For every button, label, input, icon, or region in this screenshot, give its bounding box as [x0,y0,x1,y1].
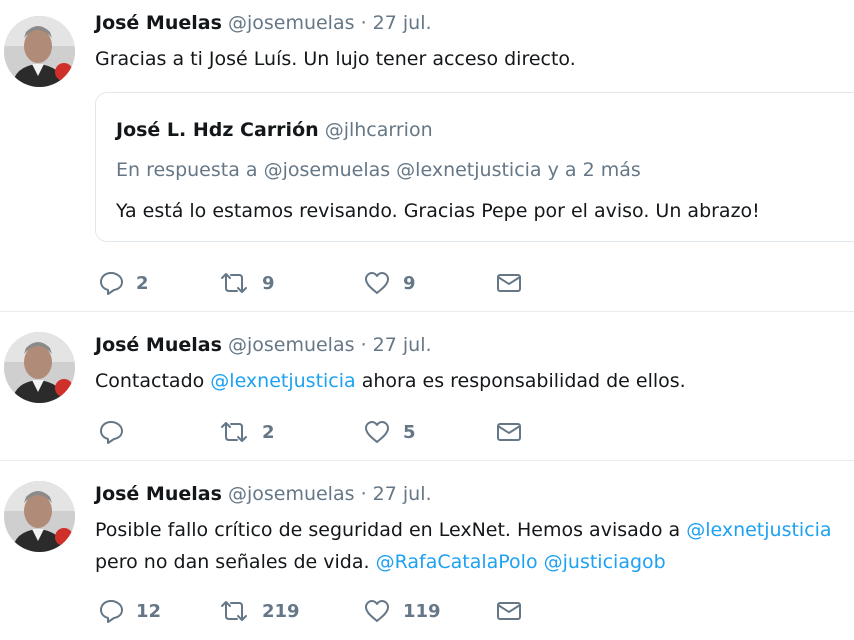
like-count: 5 [403,421,416,443]
tweet-date[interactable]: 27 jul. [373,483,432,505]
tweet-date[interactable]: 27 jul. [373,12,432,34]
text-segment: pero no dan señales de vida. [95,551,370,573]
separator: · [360,12,367,34]
tweet-actions: 2 9 9 [98,268,538,298]
reply-targets: @josemuelas @lexnetjusticia [263,159,542,181]
avatar[interactable] [4,332,75,403]
reply-suffix: y a 2 más [547,159,641,181]
tweet-header: José Muelas @josemuelas · 27 jul. [95,334,432,356]
mention-link[interactable]: @RafaCatalaPolo [376,551,538,573]
mention-link[interactable]: @lexnetjusticia [686,519,831,541]
author-handle[interactable]: @josemuelas [228,334,355,356]
reply-icon [98,419,124,445]
like-count: 9 [403,272,416,294]
tweet[interactable]: José Muelas @josemuelas · 27 jul. Contac… [0,312,854,461]
envelope-icon [496,421,522,443]
reply-icon [98,598,124,624]
tweet-header: José Muelas @josemuelas · 27 jul. [95,12,432,34]
text-line: Posible fallo crítico de seguridad en Le… [95,514,832,546]
reply-button[interactable] [98,417,136,447]
reply-count: 12 [136,600,162,622]
avatar[interactable] [4,16,75,87]
author-name[interactable]: José Muelas [95,483,222,505]
retweet-count: 9 [262,272,275,294]
like-button[interactable]: 9 [363,268,416,298]
separator: · [360,483,367,505]
reply-button[interactable]: 2 [98,268,149,298]
direct-message-button[interactable] [496,268,522,298]
reply-icon [98,270,124,296]
tweet-date[interactable]: 27 jul. [373,334,432,356]
tweet-text: Posible fallo crítico de seguridad en Le… [95,514,832,578]
quoted-tweet-text: Ya está lo estamos revisando. Gracias Pe… [116,200,760,222]
retweet-count: 2 [262,421,275,443]
heart-icon [363,419,391,445]
quoted-author-name: José L. Hdz Carrión [116,119,319,141]
retweet-count: 219 [262,600,300,622]
retweet-icon [218,598,250,624]
avatar[interactable] [4,481,75,552]
envelope-icon [496,272,522,294]
direct-message-button[interactable] [496,596,522,626]
retweet-button[interactable]: 2 [218,417,275,447]
retweet-button[interactable]: 9 [218,268,275,298]
text-line: pero no dan señales de vida. @RafaCatala… [95,546,832,578]
author-name[interactable]: José Muelas [95,12,222,34]
retweet-icon [218,419,250,445]
like-button[interactable]: 119 [363,596,441,626]
author-handle[interactable]: @josemuelas [228,12,355,34]
tweet-text: Gracias a ti José Luís. Un lujo tener ac… [95,48,576,70]
like-count: 119 [403,600,441,622]
heart-icon [363,270,391,296]
envelope-icon [496,600,522,622]
text-segment: Posible fallo crítico de seguridad en Le… [95,519,681,541]
like-button[interactable]: 5 [363,417,416,447]
quoted-tweet-header: José L. Hdz Carrión @jlhcarrion [116,119,433,141]
reply-prefix: En respuesta a [116,159,258,181]
separator: · [360,334,367,356]
retweet-icon [218,270,250,296]
text-segment: Contactado [95,370,205,392]
tweet-header: José Muelas @josemuelas · 27 jul. [95,483,432,505]
quoted-tweet[interactable]: José L. Hdz Carrión @jlhcarrion En respu… [95,92,854,242]
quoted-author-handle: @jlhcarrion [324,119,433,141]
tweet-actions: 2 5 [98,417,538,447]
author-handle[interactable]: @josemuelas [228,483,355,505]
reply-count: 2 [136,272,149,294]
retweet-button[interactable]: 219 [218,596,300,626]
direct-message-button[interactable] [496,417,522,447]
heart-icon [363,598,391,624]
mention-link[interactable]: @lexnetjusticia [210,370,355,392]
reply-button[interactable]: 12 [98,596,161,626]
tweet[interactable]: José Muelas @josemuelas · 27 jul. Gracia… [0,0,854,312]
text-segment: ahora es responsabilidad de ellos. [361,370,686,392]
reply-context: En respuesta a @josemuelas @lexnetjustic… [116,159,641,181]
tweet-actions: 12 219 119 [98,596,538,626]
mention-link[interactable]: @justiciagob [544,551,666,573]
author-name[interactable]: José Muelas [95,334,222,356]
tweet-text: Contactado @lexnetjusticia ahora es resp… [95,365,686,397]
tweet[interactable]: José Muelas @josemuelas · 27 jul. Posibl… [0,461,854,640]
